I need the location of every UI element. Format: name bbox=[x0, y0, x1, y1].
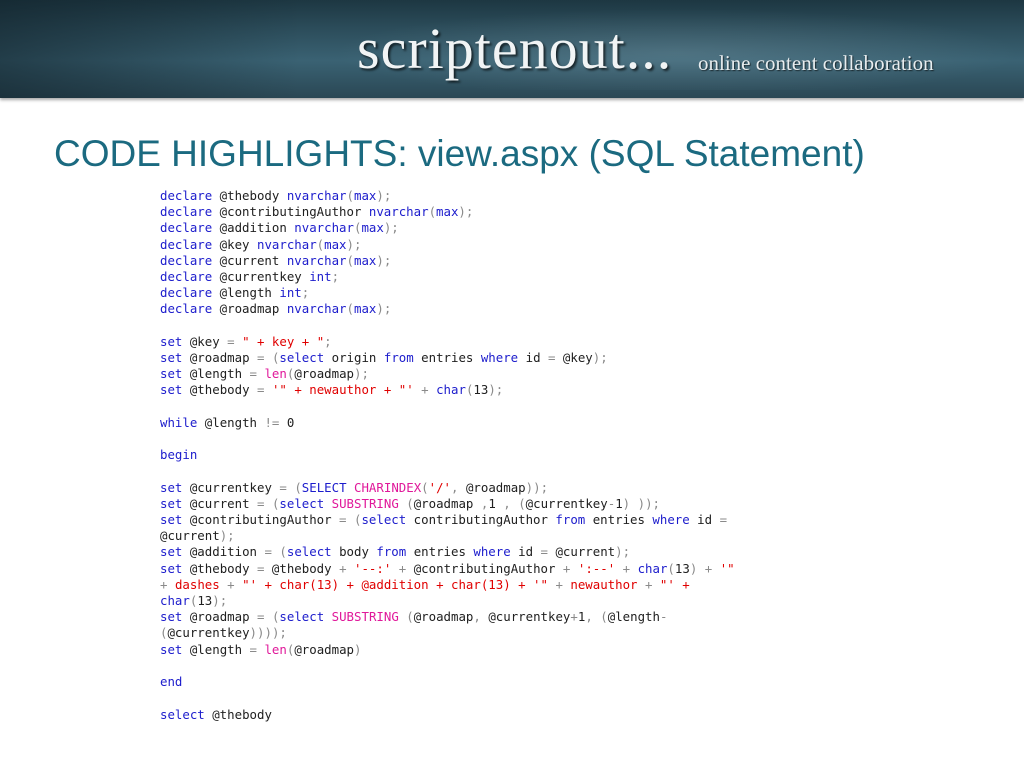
code-line: char(13); bbox=[160, 593, 228, 609]
code-line: declare @contributingAuthor nvarchar(max… bbox=[160, 204, 474, 220]
header-banner: scriptenout... online content collaborat… bbox=[0, 0, 1024, 98]
code-line: declare @current nvarchar(max); bbox=[160, 252, 392, 268]
code-line: set @length = len(@roadmap) bbox=[160, 641, 362, 657]
code-line: + dashes + "' + char(13) + @addition + c… bbox=[160, 576, 690, 592]
code-line: set @key = " + key + "; bbox=[160, 333, 332, 349]
code-line: set @contributingAuthor = (select contri… bbox=[160, 512, 728, 528]
code-line: declare @length int; bbox=[160, 285, 310, 301]
brand-tagline: online content collaboration bbox=[698, 51, 934, 75]
code-line: set @thebody = '" + newauthor + "' + cha… bbox=[160, 382, 504, 398]
code-panel: declare @thebody nvarchar(max); declare … bbox=[152, 186, 852, 724]
code-line: declare @currentkey int; bbox=[160, 269, 340, 285]
code-line: set @addition = (select body from entrie… bbox=[160, 544, 631, 560]
slide-title: CODE HIGHLIGHTS: view.aspx (SQL Statemen… bbox=[54, 133, 865, 174]
code-line: set @currentkey = (SELECT CHARINDEX('/',… bbox=[160, 479, 549, 495]
code-line: declare @addition nvarchar(max); bbox=[160, 220, 399, 236]
code-line: set @thebody = @thebody + '--:' + @contr… bbox=[160, 560, 735, 576]
code-line: set @roadmap = (select origin from entri… bbox=[160, 350, 608, 366]
code-line: set @roadmap = (select SUBSTRING (@roadm… bbox=[160, 609, 668, 625]
code-block: declare @thebody nvarchar(max); declare … bbox=[160, 188, 735, 723]
code-line: set @current = (select SUBSTRING (@roadm… bbox=[160, 495, 660, 511]
code-line: select @thebody bbox=[160, 706, 272, 722]
code-line: declare @roadmap nvarchar(max); bbox=[160, 301, 392, 317]
code-line: begin bbox=[160, 447, 198, 463]
code-line: declare @key nvarchar(max); bbox=[160, 236, 362, 252]
code-line: declare @thebody nvarchar(max); bbox=[160, 188, 392, 203]
code-line: while @length != 0 bbox=[160, 414, 295, 430]
code-line: end bbox=[160, 674, 183, 690]
code-line: (@currentkey)))); bbox=[160, 625, 287, 641]
code-line: @current); bbox=[160, 528, 235, 544]
brand-logo-text: scriptenout... bbox=[357, 16, 673, 81]
code-line: set @length = len(@roadmap); bbox=[160, 366, 369, 382]
